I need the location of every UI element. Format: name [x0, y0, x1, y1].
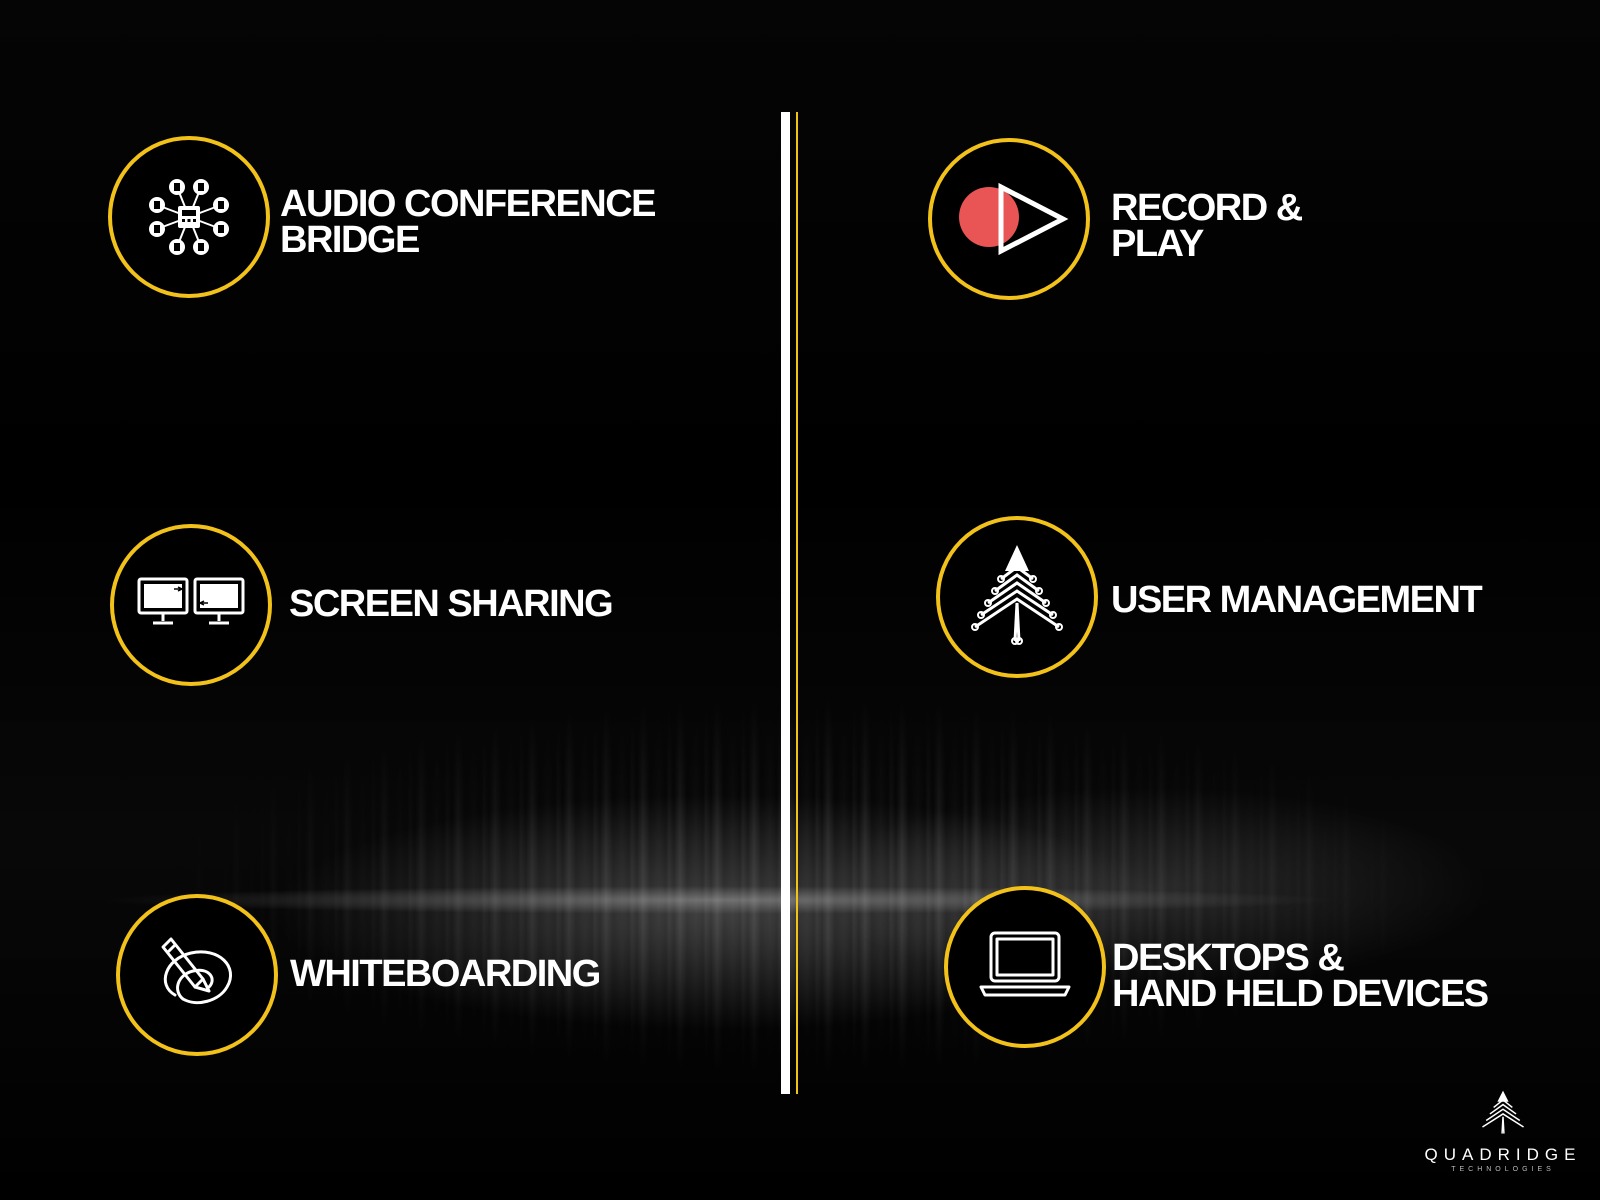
label-line-1: RECORD & — [1111, 187, 1303, 229]
icon-ring — [108, 136, 270, 298]
record-play-icon — [959, 182, 1069, 256]
feature-label: RECORD & PLAY — [1111, 187, 1303, 265]
network-phone-icon — [149, 179, 229, 255]
screen-sharing-icon — [137, 577, 245, 625]
logo-tagline: TECHNOLOGIES — [1451, 1166, 1555, 1173]
feature-label: USER MANAGEMENT — [1111, 579, 1483, 621]
label-line-1: SCREEN SHARING — [289, 583, 614, 625]
icon-ring — [116, 894, 278, 1056]
logo-name: QUADRIDGE — [1424, 1145, 1582, 1164]
label-line-2: PLAY — [1111, 223, 1204, 265]
quadridge-logo: QUADRIDGE TECHNOLOGIES — [1418, 1088, 1588, 1188]
feature-label: DESKTOPS & HAND HELD DEVICES — [1112, 937, 1489, 1015]
label-line-1: WHITEBOARDING — [290, 953, 601, 995]
pyramid-logo-icon — [1482, 1090, 1524, 1134]
label-line-2: BRIDGE — [280, 219, 420, 261]
pyramid-icon — [971, 545, 1063, 645]
pencil-swirl-icon — [161, 937, 233, 1004]
icon-ring — [928, 138, 1090, 300]
laptop-icon — [979, 931, 1071, 997]
icon-ring — [944, 886, 1106, 1048]
label-line-2: HAND HELD DEVICES — [1112, 973, 1489, 1015]
icon-ring — [936, 516, 1098, 678]
feature-label: AUDIO CONFERENCE BRIDGE — [280, 183, 657, 261]
label-line-1: USER MANAGEMENT — [1111, 579, 1483, 621]
label-line-1: AUDIO CONFERENCE — [280, 183, 657, 225]
center-divider-accent — [796, 112, 798, 1094]
icon-ring — [110, 524, 272, 686]
feature-label: SCREEN SHARING — [289, 583, 614, 625]
label-line-1: DESKTOPS & — [1112, 937, 1345, 979]
feature-label: WHITEBOARDING — [290, 953, 601, 995]
center-divider — [781, 112, 790, 1094]
